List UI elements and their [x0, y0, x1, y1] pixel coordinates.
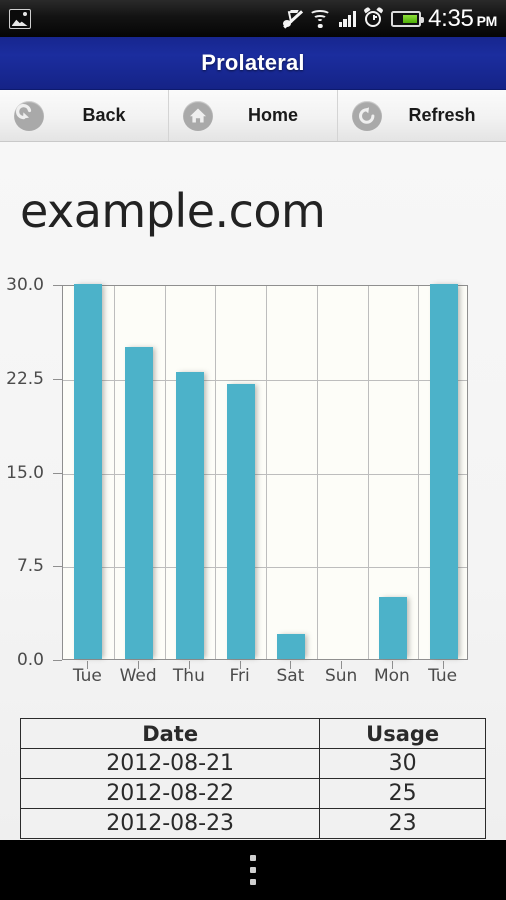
page-title: example.com — [20, 184, 326, 238]
gridline-vertical — [164, 286, 166, 659]
signal-icon — [338, 10, 357, 27]
y-axis-tick-label: 30.0 — [6, 275, 44, 295]
back-arrow-icon — [14, 100, 44, 131]
x-axis-tick-label: Thu — [172, 666, 205, 686]
cell-date: 2012-08-22 — [19, 778, 321, 809]
gridline-horizontal — [63, 379, 467, 381]
table-row: 2012-08-22 25 — [19, 778, 486, 809]
gridline-vertical — [316, 286, 318, 659]
table-row: 2012-08-21 30 — [19, 748, 486, 779]
y-axis-tick-label: 22.5 — [6, 368, 44, 389]
x-axis-tick-label: Tue — [72, 666, 102, 686]
refresh-button[interactable]: Refresh — [338, 90, 506, 141]
x-axis-tick-label: Sun — [324, 666, 358, 686]
battery-icon — [391, 10, 424, 27]
table-header-row: Date Usage — [19, 718, 486, 749]
cell-usage: 25 — [319, 778, 486, 809]
y-axis-tick-mark — [53, 566, 62, 568]
status-bar-system-icons: 4:35 PM — [282, 5, 506, 33]
x-axis-tick-label: Tue — [428, 666, 458, 686]
x-axis-tick-label: Wed — [119, 666, 157, 686]
home-icon — [183, 100, 213, 131]
photo-icon — [9, 8, 31, 29]
x-axis-tick-label: Mon — [373, 666, 410, 686]
wifi-icon — [309, 9, 332, 28]
x-axis-tick-label: Sat — [276, 666, 305, 686]
home-button-label: Home — [247, 105, 298, 125]
alarm-icon — [363, 6, 384, 29]
gridline-vertical — [367, 286, 369, 659]
home-button[interactable]: Home — [169, 90, 338, 141]
gridline-vertical — [113, 286, 115, 659]
clock-time: 4:35 — [428, 4, 474, 32]
y-axis-tick-label: 15.0 — [6, 462, 44, 483]
x-axis-tick-mark — [87, 661, 89, 669]
clock-meridiem: PM — [476, 12, 498, 29]
x-axis-tick-mark — [341, 661, 343, 669]
y-axis-tick-label: 0.0 — [16, 650, 44, 670]
y-axis-tick-mark — [53, 285, 62, 286]
android-status-bar: 4:35 PM — [0, 0, 506, 37]
chart-bar — [277, 634, 306, 659]
x-axis-tick-mark — [391, 661, 393, 669]
chart-bar — [125, 346, 154, 659]
column-header-usage: Usage — [319, 718, 486, 749]
app-title: Prolateral — [201, 50, 305, 75]
gridline-vertical — [215, 286, 217, 659]
chart-bar — [74, 284, 103, 659]
usage-bar-chart: 0.0 7.5 15.0 22.5 30.0 Tue Wed Thu Fri Sat Sun Mon… — [0, 262, 506, 686]
y-axis-tick-mark — [53, 660, 62, 661]
x-axis-tick-mark — [239, 661, 241, 669]
back-button[interactable]: Back — [0, 90, 169, 141]
x-axis-tick-mark — [442, 661, 444, 669]
table-body: 2012-08-21 30 2012-08-22 25 2012-08-23 23 — [19, 748, 486, 839]
system-navigation-bar — [0, 840, 506, 900]
cell-date: 2012-08-21 — [19, 748, 321, 779]
y-axis-tick-mark — [53, 472, 62, 474]
device-screen: 4:35 PM Prolateral Back Home Refresh exa… — [0, 0, 506, 900]
chart-plot-area — [62, 284, 468, 660]
x-axis-tick-mark — [138, 661, 140, 669]
refresh-icon — [352, 100, 382, 131]
column-header-date: Date — [19, 718, 321, 749]
table-row: 2012-08-23 23 — [19, 808, 486, 839]
navigation-toolbar: Back Home Refresh — [0, 90, 506, 142]
x-axis-tick-label: Fri — [229, 666, 250, 686]
app-title-bar: Prolateral — [0, 37, 506, 90]
mute-icon — [282, 9, 303, 29]
chart-bar — [429, 284, 458, 659]
page-content: example.com 0.0 7.5 15.0 22.5 30.0 Tue Wed Thu… — [0, 142, 506, 840]
chart-bar — [226, 384, 255, 659]
refresh-button-label: Refresh — [408, 105, 476, 125]
x-axis-tick-mark — [290, 661, 292, 669]
status-bar-notifications — [0, 8, 31, 29]
x-axis-tick-mark — [188, 661, 190, 669]
back-button-label: Back — [82, 105, 126, 125]
overflow-menu-icon[interactable] — [250, 855, 256, 885]
gridline-vertical — [266, 286, 267, 659]
y-axis-tick-mark — [53, 378, 62, 380]
gridline-vertical — [418, 286, 420, 659]
y-axis-tick-label: 7.5 — [16, 556, 44, 577]
chart-bar — [175, 371, 204, 659]
gridline-horizontal — [63, 473, 467, 475]
cell-usage: 23 — [319, 808, 486, 839]
status-bar-clock: 4:35 PM — [428, 5, 497, 33]
gridline-horizontal — [63, 567, 467, 569]
cell-date: 2012-08-23 — [19, 808, 321, 839]
usage-table: Date Usage 2012-08-21 30 2012-08-22 25 2012-… — [19, 718, 486, 839]
chart-bar — [378, 596, 407, 659]
cell-usage: 30 — [319, 748, 486, 779]
